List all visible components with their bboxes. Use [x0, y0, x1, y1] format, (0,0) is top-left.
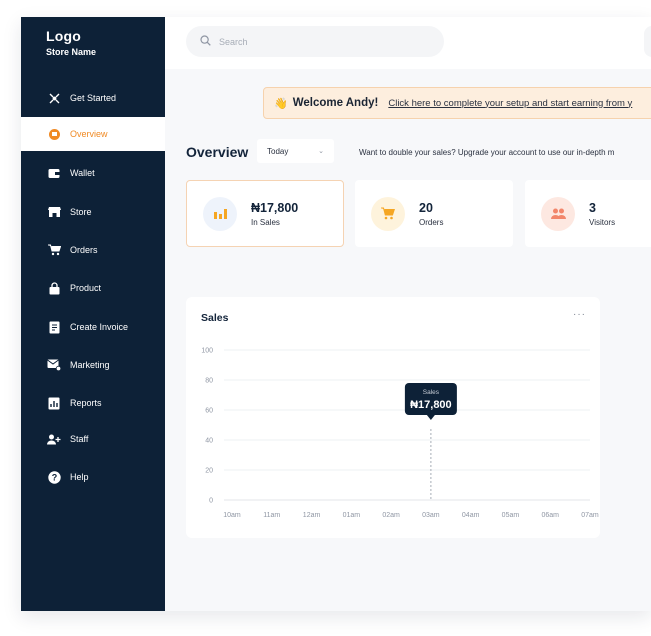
page-title: Overview — [186, 144, 249, 160]
sales-chart-icon — [203, 196, 237, 231]
x-tick-label: 02am — [382, 512, 400, 519]
waving-hand-icon: 👋 — [274, 97, 288, 110]
svg-text:?: ? — [51, 472, 57, 482]
sidebar-item-orders[interactable]: Orders — [21, 233, 165, 267]
cart-icon — [47, 243, 61, 257]
y-tick-label: 60 — [205, 408, 213, 415]
sidebar-item-label: Get Started — [70, 93, 117, 103]
sales-chart-card: Sales ··· 0 20 40 60 80 100 10am 11am 12am 01am 02… — [186, 297, 600, 538]
help-icon: ? — [47, 470, 61, 484]
sidebar-item-overview[interactable]: Overview — [21, 117, 165, 151]
x-tick-label: 05am — [502, 512, 520, 519]
search-input[interactable] — [219, 36, 419, 47]
tooltip-pointer — [426, 415, 435, 420]
invoice-icon — [47, 320, 61, 334]
stat-value: 3 — [589, 200, 596, 215]
sidebar-item-label: Overview — [70, 129, 108, 139]
sidebar-item-label: Reports — [70, 398, 102, 408]
bag-icon — [47, 281, 61, 295]
overview-icon — [47, 127, 61, 141]
y-tick-label: 0 — [209, 498, 213, 505]
sidebar-item-wallet[interactable]: Wallet — [21, 156, 165, 190]
x-tick-label: 06am — [541, 512, 559, 519]
store-name: Store Name — [46, 47, 97, 57]
sidebar-item-product[interactable]: Product — [21, 271, 165, 305]
x-tick-label: 07am — [581, 512, 599, 519]
x-tick-label: 04am — [462, 512, 480, 519]
x-tick-label: 03am — [422, 512, 440, 519]
sidebar-item-label: Wallet — [70, 168, 95, 178]
stat-card-visitors[interactable]: 3 Visitors — [525, 180, 651, 247]
chevron-down-icon: ⌄ — [318, 148, 324, 155]
upgrade-message: Want to double your sales? Upgrade your … — [359, 148, 615, 157]
tooltip-label: Sales — [423, 389, 440, 396]
stat-value: ₦17,800 — [251, 200, 299, 215]
app-window: Logo Store Name Get Started Overview Wal… — [21, 17, 651, 611]
sidebar-item-label: Orders — [70, 245, 98, 255]
complete-setup-link[interactable]: Click here to complete your setup and st… — [388, 98, 632, 109]
welcome-greeting: Welcome Andy! — [292, 97, 379, 109]
period-select[interactable]: Today ⌄ — [257, 139, 334, 163]
y-tick-label: 40 — [205, 438, 213, 445]
users-icon — [541, 196, 575, 231]
wallet-icon — [47, 166, 61, 180]
stat-label: In Sales — [251, 217, 280, 227]
sidebar-item-staff[interactable]: Staff — [21, 422, 165, 456]
sidebar: Logo Store Name Get Started Overview Wal… — [21, 17, 165, 611]
get-started-icon — [47, 91, 61, 105]
sales-chart: 0 20 40 60 80 100 10am 11am 12am 01am 02am 03am 04am… — [201, 348, 599, 520]
mail-icon — [47, 358, 61, 372]
sidebar-item-label: Product — [70, 283, 102, 293]
x-tick-label: 12am — [303, 512, 321, 519]
stat-label: Visitors — [589, 217, 616, 227]
x-tick-label: 11am — [263, 512, 280, 519]
cart-icon — [371, 196, 405, 231]
sidebar-item-store[interactable]: Store — [21, 195, 165, 229]
top-action-button[interactable] — [644, 26, 651, 57]
welcome-banner: 👋 Welcome Andy! Click here to complete y… — [263, 87, 651, 119]
sidebar-item-label: Staff — [70, 434, 89, 444]
y-tick-label: 80 — [205, 378, 213, 385]
sidebar-item-create-invoice[interactable]: Create Invoice — [21, 310, 165, 344]
sidebar-item-label: Help — [70, 472, 89, 482]
search-icon — [200, 33, 211, 51]
sidebar-item-get-started[interactable]: Get Started — [21, 81, 165, 115]
x-tick-label: 10am — [223, 512, 241, 519]
store-icon — [47, 205, 61, 219]
sidebar-item-label: Store — [70, 207, 92, 217]
sidebar-item-marketing[interactable]: Marketing — [21, 348, 165, 382]
period-select-value: Today — [267, 146, 289, 156]
sidebar-item-label: Marketing — [70, 360, 110, 370]
y-tick-label: 100 — [201, 348, 213, 355]
add-user-icon — [47, 432, 61, 446]
tooltip-value: ₦17,800 — [410, 399, 452, 411]
stat-value: 20 — [419, 200, 433, 215]
x-tick-label: 01am — [343, 512, 361, 519]
sidebar-item-help[interactable]: ? Help — [21, 460, 165, 494]
stat-card-sales[interactable]: ₦17,800 In Sales — [186, 180, 344, 247]
stat-label: Orders — [419, 217, 444, 227]
stat-card-orders[interactable]: 20 Orders — [355, 180, 513, 247]
logo: Logo — [46, 28, 82, 44]
topbar — [165, 17, 651, 69]
brand: Logo Store Name — [46, 28, 96, 57]
search-box[interactable] — [186, 26, 444, 57]
sidebar-item-label: Create Invoice — [70, 322, 129, 332]
y-tick-label: 20 — [205, 468, 213, 475]
sidebar-item-reports[interactable]: Reports — [21, 386, 165, 420]
reports-icon — [47, 396, 61, 410]
